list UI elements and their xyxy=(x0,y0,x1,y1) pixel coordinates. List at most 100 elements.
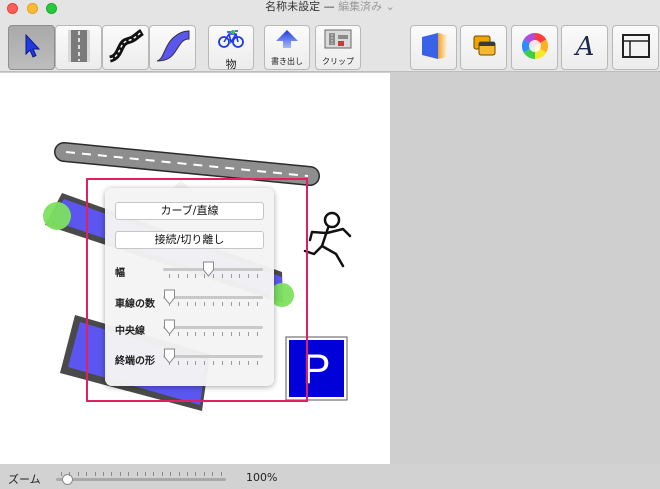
clip-map-icon xyxy=(323,29,353,53)
slider-tick xyxy=(239,302,241,306)
slider-tick xyxy=(239,332,241,336)
slider-tick xyxy=(204,302,206,306)
frame-button[interactable] xyxy=(612,25,659,70)
bottom-bar: ズーム 100% xyxy=(0,464,660,489)
slider-tick xyxy=(186,332,188,336)
text-style-button[interactable]: A xyxy=(561,25,608,70)
select-tool-button[interactable] xyxy=(8,25,55,70)
slider-tick xyxy=(248,332,250,336)
zoom-slider-tick xyxy=(178,472,180,476)
slider-tick xyxy=(239,274,241,278)
slider-tick xyxy=(177,274,179,278)
clip-button[interactable]: クリップ xyxy=(315,25,361,70)
slider-tick xyxy=(186,302,188,306)
slider-thumb[interactable] xyxy=(163,319,176,335)
width-slider[interactable] xyxy=(163,261,263,278)
curve-straight-button[interactable]: カーブ/直線 xyxy=(115,202,264,220)
edited-status-menu[interactable]: 編集済み ⌄ xyxy=(338,0,395,13)
straight-road-shape[interactable] xyxy=(54,142,320,186)
perspective-button[interactable] xyxy=(410,25,457,70)
zoom-slider-tick xyxy=(77,472,79,476)
zoom-slider-tick xyxy=(212,472,214,476)
export-arrow-icon xyxy=(273,29,301,53)
zoom-slider-tick xyxy=(203,472,205,476)
road-end-handle-left[interactable] xyxy=(43,202,71,230)
zoom-slider-tick xyxy=(195,472,197,476)
slider-tick xyxy=(221,274,223,278)
layers-button[interactable] xyxy=(460,25,507,70)
centerline-slider[interactable] xyxy=(163,319,263,336)
straight-road-tool-button[interactable] xyxy=(55,25,102,70)
slider-tick xyxy=(195,332,197,336)
zoom-slider-tick xyxy=(136,472,138,476)
title-separator: — xyxy=(323,0,335,13)
document-name: 名称未設定 xyxy=(265,0,321,13)
connect-disconnect-button[interactable]: 接続/切り離し xyxy=(115,231,264,249)
bicycle-icon xyxy=(217,29,245,53)
color-button[interactable] xyxy=(511,25,558,70)
pointer-arrow-icon xyxy=(21,33,43,63)
perspective-icon xyxy=(418,31,450,65)
blue-road-shape-icon xyxy=(154,29,192,67)
slider-tick xyxy=(177,361,179,365)
slider-tick xyxy=(169,274,170,278)
curved-road-icon xyxy=(107,28,145,67)
export-button[interactable]: 書き出し xyxy=(264,25,310,70)
slider-tick xyxy=(257,274,258,278)
zoom-slider-tick xyxy=(119,472,121,476)
slider-tick xyxy=(230,302,232,306)
object-tool-button[interactable]: 物 xyxy=(208,25,254,71)
lane-count-slider[interactable] xyxy=(163,289,263,306)
zoom-value: 100% xyxy=(246,471,278,484)
frame-icon xyxy=(621,33,651,63)
slider-tick xyxy=(204,361,206,365)
zoom-slider-tick xyxy=(170,472,172,476)
end-shape-slider[interactable] xyxy=(163,348,263,365)
zoom-slider-tick xyxy=(145,472,146,476)
running-person-object[interactable] xyxy=(303,211,352,268)
slider-tick xyxy=(213,361,214,365)
slider-tick xyxy=(257,332,258,336)
slider-tick xyxy=(204,332,206,336)
curved-road-tool-button[interactable] xyxy=(102,25,149,70)
slider-tick xyxy=(213,302,214,306)
slider-tick xyxy=(257,302,258,306)
zoom-slider-thumb[interactable] xyxy=(62,474,73,485)
color-wheel-icon xyxy=(521,32,549,64)
zoom-slider-track xyxy=(56,478,226,481)
slider-thumb[interactable] xyxy=(163,348,176,364)
slider-thumb[interactable] xyxy=(163,289,176,305)
zoom-slider-tick xyxy=(69,472,71,476)
window-title: 名称未設定 — 編集済み ⌄ xyxy=(0,0,660,14)
slider-tick xyxy=(213,332,214,336)
slider-tick xyxy=(230,274,232,278)
slider-tick xyxy=(186,361,188,365)
zoom-slider-tick xyxy=(161,472,163,476)
text-style-icon: A xyxy=(571,31,599,65)
end-shape-label: 終端の形 xyxy=(115,356,155,367)
road-properties-popover: カーブ/直線 接続/切り離し 幅 車線の数 中央線 終端の形 xyxy=(105,188,274,386)
area-road-tool-button[interactable] xyxy=(149,25,196,70)
slider-tick xyxy=(239,361,241,365)
zoom-slider-tick xyxy=(86,472,88,476)
zoom-slider-tick xyxy=(61,472,62,476)
slider-tick xyxy=(177,302,179,306)
slider-track xyxy=(163,326,263,329)
slider-tick xyxy=(248,302,250,306)
export-label: 書き出し xyxy=(271,57,303,66)
slider-tick xyxy=(195,361,197,365)
zoom-slider[interactable] xyxy=(56,472,226,486)
layers-icon xyxy=(470,33,498,63)
svg-text:A: A xyxy=(573,32,594,61)
slider-thumb[interactable] xyxy=(202,261,215,277)
toolbar: 物 書き出し クリップ A xyxy=(0,14,660,72)
slider-tick xyxy=(177,332,179,336)
slider-tick xyxy=(248,274,250,278)
centerline-label: 中央線 xyxy=(115,326,145,337)
slider-tick xyxy=(195,274,197,278)
slider-track xyxy=(163,355,263,358)
slider-tick xyxy=(195,302,197,306)
slider-tick xyxy=(230,332,232,336)
object-tool-label: 物 xyxy=(225,58,237,71)
zoom-slider-tick xyxy=(103,472,104,476)
